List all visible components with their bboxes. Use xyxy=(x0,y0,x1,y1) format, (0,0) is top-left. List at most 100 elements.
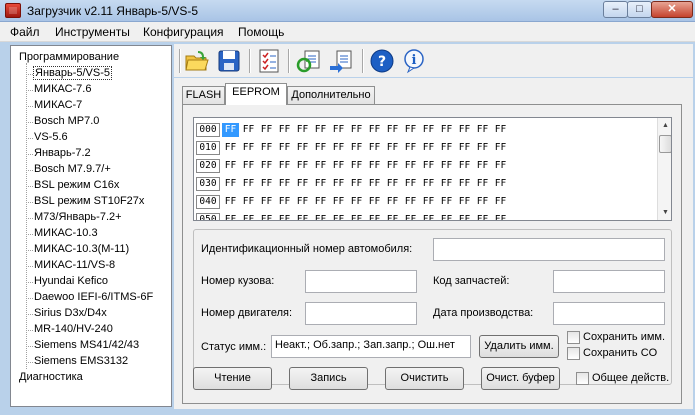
hex-byte[interactable]: FF xyxy=(366,123,383,137)
hex-byte[interactable]: FF xyxy=(474,123,491,137)
hex-byte[interactable]: FF xyxy=(384,123,401,137)
tree-item[interactable]: M73/Январь-7.2+ xyxy=(34,211,122,223)
hex-byte[interactable]: FF xyxy=(294,213,311,220)
hex-byte[interactable]: FF xyxy=(312,177,329,191)
menu-file[interactable]: Файл xyxy=(10,25,40,39)
hex-byte[interactable]: FF xyxy=(438,123,455,137)
hex-byte[interactable]: FF xyxy=(258,213,275,220)
clear-button[interactable]: Очистить xyxy=(385,367,464,390)
hex-byte[interactable]: FF xyxy=(492,177,509,191)
hex-byte[interactable]: FF xyxy=(276,213,293,220)
hex-byte[interactable]: FF xyxy=(456,159,473,173)
imm-status-field[interactable]: Неакт.; Об.запр.; Зап.запр.; Ош.нет xyxy=(271,335,471,358)
hex-byte[interactable]: FF xyxy=(456,213,473,220)
refresh-icon[interactable] xyxy=(296,48,322,74)
tree-item[interactable]: Январь-7.2 xyxy=(34,147,91,159)
tree-item[interactable]: Bosch MP7.0 xyxy=(34,115,99,127)
hex-editor[interactable]: 000 FF FF FF FF FF FF FF FF FF FF FF FF FF FF FF FF 010 FF… xyxy=(193,117,672,221)
hex-byte[interactable]: FF xyxy=(240,159,257,173)
common-actions-checkbox[interactable] xyxy=(576,372,589,385)
hex-byte[interactable]: FF xyxy=(330,213,347,220)
menu-configuration[interactable]: Конфигурация xyxy=(143,25,224,39)
tree-item[interactable]: MR-140/HV-240 xyxy=(34,323,113,335)
hex-scrollbar[interactable]: ▲ ▼ xyxy=(657,118,671,220)
hex-byte[interactable]: FF xyxy=(438,177,455,191)
hex-byte[interactable]: FF xyxy=(222,177,239,191)
hex-byte[interactable]: FF xyxy=(492,159,509,173)
tree-item[interactable]: МИКАС-10.3 xyxy=(34,227,98,239)
hex-byte[interactable]: FF xyxy=(258,141,275,155)
tree-item[interactable]: МИКАС-7 xyxy=(34,99,82,111)
tree-item[interactable]: Siemens MS41/42/43 xyxy=(34,339,139,351)
hex-byte[interactable]: FF xyxy=(384,141,401,155)
hex-byte[interactable]: FF xyxy=(330,177,347,191)
close-button[interactable]: ✕ xyxy=(651,1,693,18)
hex-byte[interactable]: FF xyxy=(420,159,437,173)
hex-byte[interactable]: FF xyxy=(348,213,365,220)
hex-byte[interactable]: FF xyxy=(474,213,491,220)
checklist-icon[interactable] xyxy=(256,48,282,74)
scroll-up-icon[interactable]: ▲ xyxy=(660,119,671,132)
hex-byte[interactable]: FF xyxy=(222,195,239,209)
hex-byte[interactable]: FF xyxy=(402,195,419,209)
write-button[interactable]: Запись xyxy=(289,367,368,390)
scroll-thumb[interactable] xyxy=(659,135,671,153)
menu-help[interactable]: Помощь xyxy=(238,25,284,39)
tree-item[interactable]: Bosch M7.9.7/+ xyxy=(34,163,111,175)
hex-byte[interactable]: FF xyxy=(348,159,365,173)
hex-byte[interactable]: FF xyxy=(474,195,491,209)
hex-byte[interactable]: FF xyxy=(258,195,275,209)
engine-number-field[interactable] xyxy=(305,302,417,325)
hex-byte[interactable]: FF xyxy=(294,195,311,209)
hex-byte[interactable]: FF xyxy=(366,159,383,173)
part-code-field[interactable] xyxy=(553,270,665,293)
clear-buffer-button[interactable]: Очист. буфер xyxy=(481,367,560,390)
tab-eeprom[interactable]: EEPROM xyxy=(225,83,287,105)
hex-byte[interactable]: FF xyxy=(456,195,473,209)
hex-byte[interactable]: FF xyxy=(402,141,419,155)
hex-byte[interactable]: FF xyxy=(294,177,311,191)
hex-byte[interactable]: FF xyxy=(330,159,347,173)
hex-byte[interactable]: FF xyxy=(222,159,239,173)
hex-byte[interactable]: FF xyxy=(330,123,347,137)
tree-item[interactable]: МИКАС-7.6 xyxy=(34,83,91,95)
hex-byte[interactable]: FF xyxy=(348,195,365,209)
tree-item[interactable]: Sirius D3x/D4x xyxy=(34,307,107,319)
hex-byte[interactable]: FF xyxy=(456,177,473,191)
hex-byte[interactable]: FF xyxy=(384,213,401,220)
hex-byte[interactable]: FF xyxy=(366,141,383,155)
hex-byte[interactable]: FF xyxy=(384,159,401,173)
hex-byte[interactable]: FF xyxy=(294,123,311,137)
hex-byte[interactable]: FF xyxy=(492,123,509,137)
hex-byte[interactable]: FF xyxy=(258,159,275,173)
tree-item[interactable]: Январь-5/VS-5 xyxy=(33,66,112,80)
hex-byte[interactable]: FF xyxy=(438,141,455,155)
read-button[interactable]: Чтение xyxy=(193,367,272,390)
hex-byte[interactable]: FF xyxy=(438,159,455,173)
tree-item[interactable]: Hyundai Kefico xyxy=(34,275,108,287)
hex-byte[interactable]: FF xyxy=(420,177,437,191)
hex-byte[interactable]: FF xyxy=(348,177,365,191)
body-number-field[interactable] xyxy=(305,270,417,293)
tree-item[interactable]: Siemens EMS3132 xyxy=(34,355,128,367)
hex-byte[interactable]: FF xyxy=(474,177,491,191)
hex-byte[interactable]: FF xyxy=(276,159,293,173)
hex-byte[interactable]: FF xyxy=(402,177,419,191)
info-icon[interactable]: i xyxy=(401,48,427,74)
hex-byte[interactable]: FF xyxy=(276,123,293,137)
help-icon[interactable]: ? xyxy=(369,48,395,74)
hex-byte[interactable]: FF xyxy=(240,213,257,220)
hex-byte[interactable]: FF xyxy=(294,159,311,173)
hex-byte[interactable]: FF xyxy=(402,123,419,137)
hex-byte[interactable]: FF xyxy=(402,159,419,173)
tree-item[interactable]: BSL режим ST10F27x xyxy=(34,195,144,207)
hex-byte[interactable]: FF xyxy=(258,177,275,191)
export-icon[interactable] xyxy=(328,48,354,74)
hex-byte[interactable]: FF xyxy=(312,195,329,209)
hex-byte[interactable]: FF xyxy=(456,123,473,137)
tree-item[interactable]: МИКАС-10.3(M-11) xyxy=(34,243,129,255)
hex-byte[interactable]: FF xyxy=(276,141,293,155)
hex-byte[interactable]: FF xyxy=(402,213,419,220)
hex-byte[interactable]: FF xyxy=(438,213,455,220)
hex-byte[interactable]: FF xyxy=(312,213,329,220)
